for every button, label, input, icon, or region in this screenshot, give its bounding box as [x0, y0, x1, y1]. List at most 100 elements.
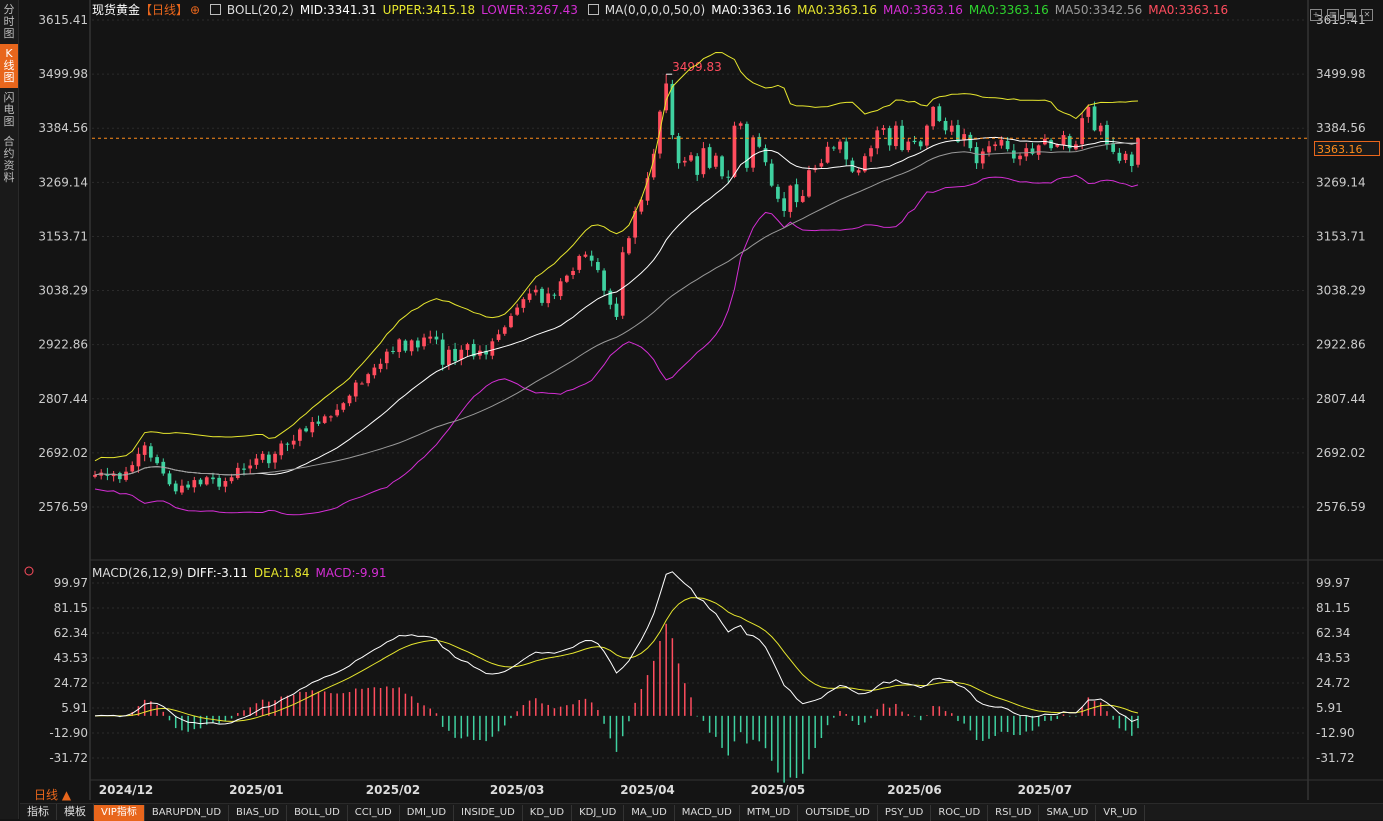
- candle-body: [502, 327, 507, 334]
- candle-body: [130, 465, 135, 472]
- price-tick-left: 3615.41: [38, 13, 88, 27]
- macd-diff-line: [94, 571, 1139, 725]
- macd-diff-value: DIFF:-3.11: [187, 566, 248, 580]
- candle-body: [304, 428, 308, 432]
- candle-body: [533, 289, 538, 293]
- candle-body: [540, 288, 544, 303]
- boll-upper-line: [94, 51, 1139, 462]
- candle-body: [279, 443, 284, 456]
- candle-body: [583, 254, 588, 257]
- candle-body: [838, 141, 842, 150]
- candle-body: [204, 477, 209, 485]
- candle-body: [1098, 125, 1103, 132]
- candle-body: [1136, 138, 1140, 165]
- candle-body: [1018, 155, 1022, 160]
- boll-mid-value: MID:3341.31: [299, 3, 377, 17]
- candle-body: [180, 485, 184, 493]
- price-tick-left: 3269.14: [38, 175, 88, 189]
- candle-body: [720, 156, 724, 177]
- chart-header: 现货黄金【日线】 ⊕ BOLL(20,2) MID:3341.31 UPPER:341…: [92, 2, 1234, 18]
- candle-body: [701, 148, 706, 175]
- macd-dea-line: [94, 597, 1139, 722]
- candle-body: [254, 458, 259, 465]
- candle-body: [136, 453, 141, 467]
- candle-body: [776, 186, 780, 199]
- candle-body: [682, 160, 687, 163]
- candle-body: [490, 341, 495, 356]
- price-chart[interactable]: 3615.41 3615.413499.98 3499.983384.56 3384.…: [0, 0, 1383, 819]
- max-price-label: 3499.83: [672, 60, 722, 74]
- window-controls: + ▥ ▦ ✕: [1305, 2, 1373, 21]
- ma0-value-e: MA0:3363.16: [1148, 3, 1229, 17]
- macd-tick-right: 81.15: [1316, 601, 1350, 615]
- macd-value: MACD:-9.91: [315, 566, 387, 580]
- candle-body: [825, 146, 830, 163]
- candle-body: [627, 238, 631, 254]
- price-tick-right: 3499.98: [1316, 67, 1366, 81]
- ma-toggle-icon[interactable]: [587, 4, 599, 15]
- boll-lower-value: LOWER:3267.43: [481, 3, 578, 17]
- ma50-value: MA50:3342.56: [1054, 3, 1143, 17]
- candle-body: [614, 303, 619, 317]
- ma-params: MA(0,0,0,0,50,0): [604, 3, 706, 17]
- time-axis-label: 2025/01: [229, 783, 283, 797]
- macd-tick-left: 99.97: [54, 576, 88, 590]
- price-tick-left: 2576.59: [38, 500, 88, 514]
- layout-icon[interactable]: ▥: [1327, 9, 1339, 21]
- candle-body: [117, 473, 122, 480]
- candle-body: [676, 136, 681, 164]
- candle-body: [266, 454, 271, 464]
- candle-body: [1111, 143, 1116, 152]
- candle-body: [397, 339, 402, 353]
- boll-lower-line: [94, 174, 1139, 516]
- candle-body: [831, 147, 836, 149]
- price-tick-right: 3384.56: [1316, 121, 1366, 135]
- candle-body: [968, 134, 973, 149]
- candle-body: [589, 255, 594, 261]
- candle-body: [844, 141, 849, 160]
- candle-body: [149, 446, 153, 458]
- macd-tick-left: 81.15: [54, 601, 88, 615]
- macd-tick-right: 5.91: [1316, 701, 1343, 715]
- candle-body: [415, 340, 420, 348]
- candle-body: [447, 349, 451, 365]
- time-axis-label: 2025/05: [751, 783, 805, 797]
- candle-body: [211, 477, 215, 480]
- settings-icon[interactable]: ⊕: [190, 3, 200, 17]
- candle-body: [291, 440, 296, 445]
- indicator-tab-0[interactable]: 指标: [20, 804, 57, 820]
- candle-body: [620, 252, 625, 316]
- crosshair-icon[interactable]: +: [1310, 9, 1322, 21]
- candle-body: [707, 147, 712, 168]
- indicator-tab-1[interactable]: 模板: [57, 804, 94, 820]
- close-icon[interactable]: ✕: [1361, 9, 1373, 21]
- candle-body: [260, 453, 265, 460]
- time-axis-label: 2025/07: [1018, 783, 1072, 797]
- candle-body: [800, 195, 805, 202]
- macd-tick-left: 5.91: [61, 701, 88, 715]
- macd-tick-left: 24.72: [54, 676, 88, 690]
- ma0-value-a: MA0:3363.16: [711, 3, 792, 17]
- candle-body: [360, 383, 364, 385]
- period-selector[interactable]: 日线 ▲: [34, 786, 71, 803]
- candle-body: [782, 198, 786, 211]
- macd-tick-left: 43.53: [54, 651, 88, 665]
- candle-body: [546, 293, 551, 304]
- candle-body: [738, 123, 743, 126]
- boll-toggle-icon[interactable]: [209, 4, 221, 15]
- current-price-label: 3363.16: [1314, 141, 1380, 156]
- candle-body: [670, 83, 675, 136]
- period-tag[interactable]: 【日线】: [140, 3, 188, 17]
- grid-icon[interactable]: ▦: [1344, 9, 1356, 21]
- price-tick-left: 2922.86: [38, 338, 88, 352]
- candle-body: [496, 334, 501, 340]
- indicator-tab-bar: 指标 模板 VIP指标 BARUPDN_UD BIAS_UD BOLL_UD CCI_UD D…: [20, 803, 1383, 821]
- macd-tick-right: -12.90: [1316, 726, 1355, 740]
- candle-body: [887, 128, 892, 146]
- candle-body: [1061, 135, 1066, 146]
- candle-body: [372, 367, 377, 376]
- price-tick-left: 2692.02: [38, 446, 88, 460]
- candle-body: [1117, 152, 1122, 161]
- candle-body: [974, 147, 979, 164]
- candle-body: [316, 421, 321, 424]
